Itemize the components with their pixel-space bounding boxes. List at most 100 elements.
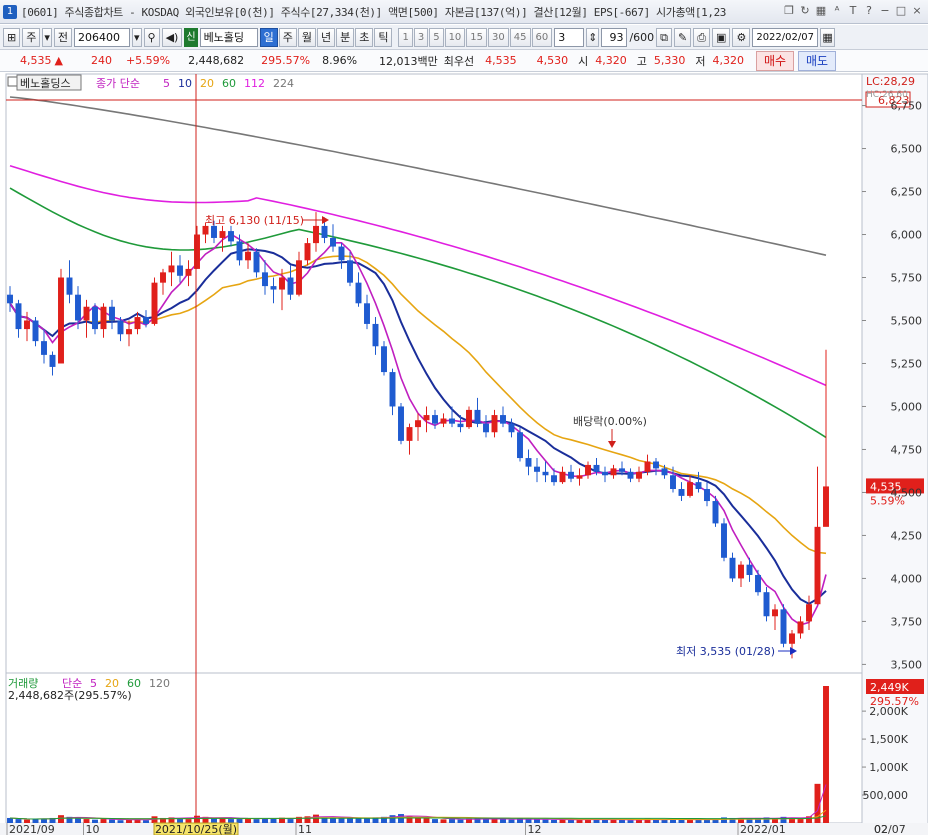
- candle-body: [474, 409, 481, 424]
- candle: [151, 277, 158, 326]
- candle-body: [525, 458, 532, 467]
- price-tick-label: 6,000: [891, 229, 923, 242]
- interval-button-3[interactable]: 3: [413, 27, 429, 47]
- candle-body: [814, 526, 821, 605]
- volume-bar: [559, 819, 566, 823]
- chart-area[interactable]: 2021/10/25(월) 베노홀딩스 종가 단순 5 10 20 60 112 224 거래량 단…: [0, 73, 928, 835]
- interval-spinner-icon[interactable]: ⇕: [586, 27, 600, 47]
- grid-icon[interactable]: ▦: [814, 3, 828, 19]
- candle-body: [500, 415, 506, 424]
- volume-value: 2,448,682: [188, 54, 245, 67]
- price-tick-label: 3,500: [891, 658, 923, 671]
- candle-body: [253, 251, 260, 273]
- date-label: 02/07: [874, 823, 906, 835]
- candle-body: [593, 464, 600, 472]
- price-volume-chart[interactable]: 2021/10/25(월)베노홀딩스 종가 단순 5 10 20 60 112 224거래량 단…: [0, 73, 928, 835]
- candle-body: [219, 231, 226, 238]
- volume-tick-label: 1,000K: [869, 761, 908, 774]
- interval-button-45[interactable]: 45: [509, 27, 531, 47]
- save-icon[interactable]: ▣: [712, 27, 731, 47]
- period-tab-2[interactable]: 월: [297, 27, 316, 47]
- candle-body: [41, 341, 47, 355]
- period-tab-6[interactable]: 틱: [374, 27, 393, 47]
- high-price: 5,330: [653, 54, 686, 67]
- restore-icon[interactable]: ❐: [782, 3, 796, 19]
- legend-ma-period: 5: [163, 77, 170, 90]
- minimize-icon[interactable]: −: [878, 3, 892, 19]
- volume-bar: [449, 819, 455, 823]
- refresh-icon[interactable]: ↻: [798, 3, 812, 19]
- volume-bar: [508, 819, 515, 823]
- volume-bar: [347, 817, 353, 823]
- maximize-icon[interactable]: □: [894, 3, 908, 19]
- period-tab-1[interactable]: 주: [278, 27, 297, 47]
- candle-body: [559, 471, 566, 483]
- prev-button[interactable]: 전: [53, 27, 72, 47]
- chart-type-icon[interactable]: ⊞: [3, 27, 21, 47]
- sound-icon[interactable]: ◀): [161, 27, 183, 47]
- window-title: [0601] 주식종합차트 - KOSDAQ 외국인보유[0(천)] 주식수[2…: [21, 5, 727, 19]
- candle-body: [457, 423, 464, 428]
- high-label: 고: [636, 54, 647, 68]
- calendar-icon[interactable]: ▦: [820, 27, 835, 47]
- candle-body: [423, 415, 430, 421]
- candle-body: [542, 471, 549, 476]
- buy-button[interactable]: 매수: [756, 51, 794, 71]
- candle: [58, 268, 64, 364]
- interval-button-15[interactable]: 15: [466, 27, 488, 47]
- code-dropdown-icon[interactable]: ▾: [132, 27, 142, 47]
- period-tab-5[interactable]: 초: [355, 27, 374, 47]
- search-icon[interactable]: ⚲: [143, 27, 160, 47]
- stock-code-input[interactable]: 206400: [74, 27, 130, 47]
- candle-body: [151, 282, 158, 324]
- candle-body: [355, 282, 362, 304]
- volume-bar: [330, 817, 336, 823]
- volume-tick-label: 2,000K: [869, 705, 908, 718]
- close-icon[interactable]: ×: [910, 3, 924, 19]
- candle-body: [364, 303, 370, 324]
- date-input[interactable]: 2022/02/07: [752, 27, 819, 47]
- candle-tool-icon[interactable]: ⧉: [656, 27, 673, 47]
- volume-bar: [593, 819, 600, 823]
- help-icon[interactable]: ?: [862, 3, 876, 19]
- volume-bar: [389, 815, 396, 823]
- print-icon[interactable]: ⎙: [693, 27, 711, 47]
- interval-button-5[interactable]: 5: [429, 27, 444, 47]
- font-size-icon[interactable]: ᴬ: [830, 3, 844, 19]
- interval-button-1[interactable]: 1: [398, 27, 413, 47]
- count-input[interactable]: 93: [601, 27, 628, 47]
- volume-bar: [109, 819, 115, 823]
- text-icon[interactable]: T: [846, 3, 860, 19]
- candle-body: [508, 423, 515, 433]
- volume-bar: [100, 819, 107, 823]
- interval-button-60[interactable]: 60: [531, 27, 553, 47]
- price-tick-label: 4,750: [891, 443, 923, 456]
- draw-tool-icon[interactable]: ✎: [674, 27, 692, 47]
- hc-label: HC:26,60: [866, 90, 908, 100]
- candle: [398, 403, 404, 445]
- candle-body: [313, 225, 319, 244]
- market-dropdown-icon[interactable]: ▾: [42, 27, 52, 47]
- volume-bar: [551, 819, 557, 823]
- interval-button-30[interactable]: 30: [488, 27, 509, 47]
- best-bid: 4,530: [536, 54, 569, 67]
- candle-body: [262, 272, 268, 287]
- period-tab-0[interactable]: 일: [259, 27, 278, 47]
- date-label: 10: [86, 823, 100, 835]
- settings-icon[interactable]: ⚙: [732, 27, 751, 47]
- candle-body: [780, 609, 787, 644]
- period-tab-4[interactable]: 분: [336, 27, 355, 47]
- volume-bar: [695, 819, 702, 823]
- interval-button-10[interactable]: 10: [444, 27, 466, 47]
- candle-body: [32, 320, 39, 342]
- candle-body: [704, 489, 710, 502]
- interval-input[interactable]: 3: [554, 27, 585, 47]
- sell-button[interactable]: 매도: [798, 51, 836, 71]
- market-select[interactable]: 주: [22, 27, 41, 47]
- title-bar: 1 [0601] 주식종합차트 - KOSDAQ 외국인보유[0(천)] 주식수…: [0, 0, 928, 24]
- stock-name-field[interactable]: 베노홀딩스: [199, 27, 258, 47]
- period-tab-3[interactable]: 년: [316, 27, 336, 47]
- candle-body: [279, 277, 285, 290]
- turnover-rate: 8.96%: [322, 54, 358, 67]
- volume-bar: [143, 820, 149, 823]
